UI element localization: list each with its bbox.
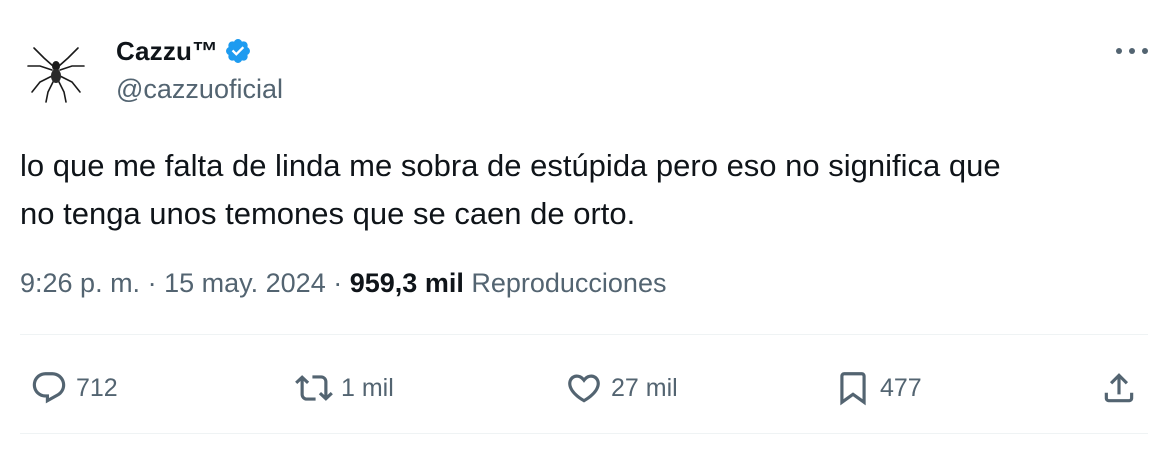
retweet-count: 1 mil	[341, 373, 394, 402]
author-display-name[interactable]: Cazzu™	[116, 36, 218, 67]
tweet-text: lo que me falta de linda me sobra de est…	[20, 142, 1150, 238]
views-label[interactable]: Reproducciones	[471, 268, 666, 298]
verified-badge-icon	[226, 39, 251, 63]
meta-separator: ·	[333, 268, 343, 298]
more-horizontal-icon	[1116, 48, 1148, 54]
reply-button[interactable]: 712	[30, 360, 118, 416]
tweet-date[interactable]: 15 may. 2024	[164, 268, 326, 298]
share-icon	[1104, 373, 1134, 403]
heart-icon	[568, 374, 600, 403]
action-bar: 712 1 mil 27 mil 477	[0, 360, 1168, 416]
share-button[interactable]	[1100, 360, 1138, 416]
reply-count: 712	[76, 373, 118, 402]
meta-separator: ·	[147, 268, 157, 298]
divider	[20, 433, 1148, 434]
divider	[20, 334, 1148, 335]
bookmark-button[interactable]: 477	[834, 360, 922, 416]
author-name-row[interactable]: Cazzu™	[116, 34, 252, 68]
tweet-text-line: no tenga unos temones que se caen de ort…	[20, 196, 636, 231]
author-handle[interactable]: @cazzuoficial	[116, 74, 283, 105]
avatar[interactable]	[20, 36, 92, 108]
retweet-icon	[295, 375, 333, 401]
like-button[interactable]: 27 mil	[565, 360, 678, 416]
tweet-time[interactable]: 9:26 p. m.	[20, 268, 140, 298]
bookmark-icon	[840, 372, 866, 406]
like-count: 27 mil	[611, 373, 678, 402]
reply-icon	[32, 372, 66, 404]
spider-icon	[27, 47, 85, 103]
more-options-button[interactable]	[1112, 36, 1152, 66]
tweet-meta: 9:26 p. m. · 15 may. 2024 · 959,3 mil Re…	[20, 268, 666, 299]
retweet-button[interactable]: 1 mil	[295, 360, 394, 416]
views-count[interactable]: 959,3 mil	[350, 268, 464, 298]
tweet-text-line: lo que me falta de linda me sobra de est…	[20, 148, 1001, 183]
bookmark-count: 477	[880, 373, 922, 402]
